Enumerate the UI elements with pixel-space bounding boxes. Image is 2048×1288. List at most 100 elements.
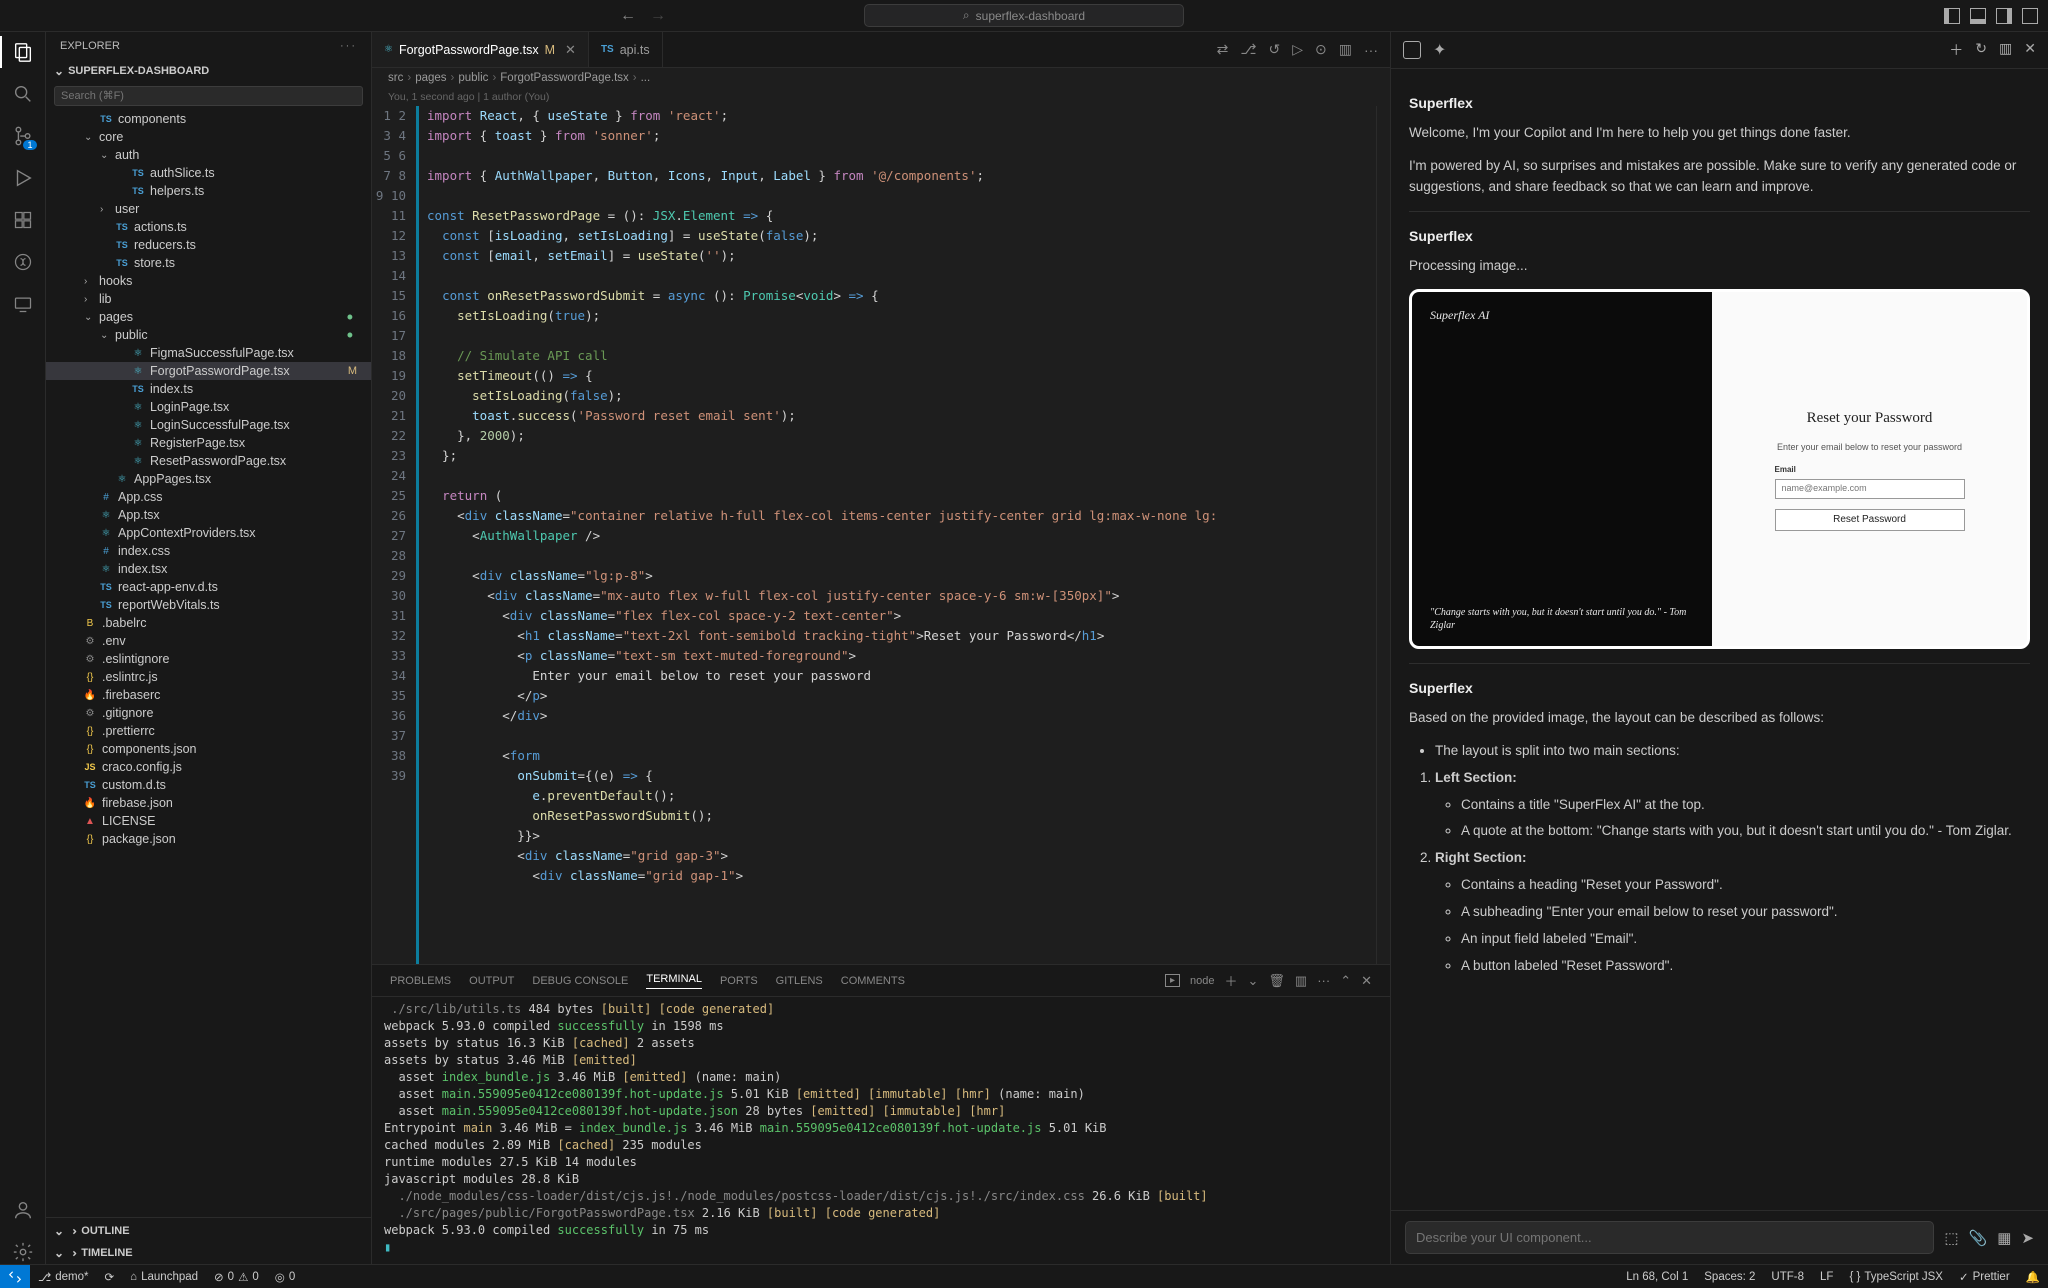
attach-icon[interactable]: 📎 bbox=[1969, 1229, 1988, 1247]
layout-primary-icon[interactable] bbox=[1944, 8, 1960, 24]
layout-panel-icon[interactable]: ▥ bbox=[1999, 40, 2012, 60]
file-item[interactable]: TSstore.ts bbox=[46, 254, 371, 272]
file-item[interactable]: {}components.json bbox=[46, 740, 371, 758]
file-item[interactable]: ⚛RegisterPage.tsx bbox=[46, 434, 371, 452]
folder-item[interactable]: ⌄auth bbox=[46, 146, 371, 164]
file-item[interactable]: B.babelrc bbox=[46, 614, 371, 632]
panel-close-icon[interactable]: ✕ bbox=[1361, 973, 1372, 989]
folder-item[interactable]: ›lib bbox=[46, 290, 371, 308]
file-item[interactable]: ⚛ForgotPasswordPage.tsxM bbox=[46, 362, 371, 380]
file-item[interactable]: TSreportWebVitals.ts bbox=[46, 596, 371, 614]
status-bell-icon[interactable]: 🔔 bbox=[2018, 1270, 2048, 1284]
status-sync[interactable]: ⟳ bbox=[97, 1270, 123, 1284]
file-item[interactable]: 🔥.firebaserc bbox=[46, 686, 371, 704]
file-item[interactable]: ⚛FigmaSuccessfulPage.tsx bbox=[46, 344, 371, 362]
terminal-dropdown-icon[interactable]: ⌄ bbox=[1247, 973, 1258, 989]
project-section[interactable]: SUPERFLEX-DASHBOARD bbox=[46, 60, 371, 82]
status-encoding[interactable]: UTF-8 bbox=[1763, 1270, 1812, 1284]
outline-section[interactable]: ⌄OUTLINE bbox=[46, 1217, 371, 1242]
activity-extensions[interactable] bbox=[11, 208, 35, 232]
file-item[interactable]: JScraco.config.js bbox=[46, 758, 371, 776]
file-item[interactable]: #App.css bbox=[46, 488, 371, 506]
close-panel-icon[interactable]: ✕ bbox=[2024, 40, 2036, 60]
chat-icon[interactable] bbox=[1403, 41, 1421, 59]
run-icon[interactable]: ▷ bbox=[1292, 41, 1303, 58]
file-item[interactable]: 🔥firebase.json bbox=[46, 794, 371, 812]
panel-tab[interactable]: DEBUG CONSOLE bbox=[532, 975, 628, 987]
file-item[interactable]: ⚛AppPages.tsx bbox=[46, 470, 371, 488]
panel-tab[interactable]: OUTPUT bbox=[469, 975, 514, 987]
folder-item[interactable]: ⌄public• bbox=[46, 326, 371, 344]
file-item[interactable]: TSindex.ts bbox=[46, 380, 371, 398]
terminal-add-icon[interactable]: ＋ bbox=[1224, 971, 1237, 990]
file-item[interactable]: TSauthSlice.ts bbox=[46, 164, 371, 182]
file-item[interactable]: ⚛index.tsx bbox=[46, 560, 371, 578]
file-item[interactable]: {}.eslintrc.js bbox=[46, 668, 371, 686]
status-launchpad[interactable]: ⌂ Launchpad bbox=[122, 1271, 206, 1283]
terminal-split-icon[interactable]: ▥ bbox=[1295, 973, 1307, 989]
remote-indicator[interactable] bbox=[0, 1265, 30, 1288]
split-icon[interactable]: ▥ bbox=[1339, 41, 1352, 58]
file-item[interactable]: TSreact-app-env.d.ts bbox=[46, 578, 371, 596]
layout-customize-icon[interactable] bbox=[2022, 8, 2038, 24]
folder-item[interactable]: ›hooks bbox=[46, 272, 371, 290]
status-lang[interactable]: { } TypeScript JSX bbox=[1841, 1270, 1951, 1284]
panel-maximize-icon[interactable]: ⌃ bbox=[1340, 973, 1351, 989]
file-item[interactable]: ⚛LoginPage.tsx bbox=[46, 398, 371, 416]
terminal-launcher-icon[interactable]: ▸ bbox=[1165, 974, 1180, 987]
refresh-icon[interactable]: ↻ bbox=[1975, 40, 1987, 60]
editor-tab[interactable]: TSapi.ts bbox=[589, 32, 663, 67]
activity-superflex[interactable] bbox=[11, 250, 35, 274]
file-item[interactable]: ⚙.gitignore bbox=[46, 704, 371, 722]
file-item[interactable]: ⚛App.tsx bbox=[46, 506, 371, 524]
file-item[interactable]: ⚛LoginSuccessfulPage.tsx bbox=[46, 416, 371, 434]
play-circle-icon[interactable]: ⊙ bbox=[1315, 41, 1327, 58]
git-icon[interactable]: ⎇ bbox=[1240, 41, 1256, 58]
folder-item[interactable]: ›user bbox=[46, 200, 371, 218]
explorer-search-input[interactable] bbox=[54, 86, 363, 106]
nav-back-icon[interactable]: ← bbox=[620, 7, 636, 25]
tab-close-icon[interactable]: ✕ bbox=[565, 42, 576, 58]
panel-tab[interactable]: TERMINAL bbox=[646, 973, 702, 989]
panel-tab[interactable]: PORTS bbox=[720, 975, 758, 987]
code-editor[interactable]: import React, { useState } from 'react';… bbox=[419, 106, 1376, 964]
status-eol[interactable]: LF bbox=[1812, 1270, 1841, 1284]
copilot-input[interactable] bbox=[1405, 1221, 1934, 1254]
activity-explorer[interactable] bbox=[11, 40, 35, 64]
activity-remote[interactable] bbox=[11, 292, 35, 316]
compare-icon[interactable]: ⇄ bbox=[1217, 41, 1229, 58]
folder-item[interactable]: ⌄pages• bbox=[46, 308, 371, 326]
file-item[interactable]: TSactions.ts bbox=[46, 218, 371, 236]
new-chat-icon[interactable]: ＋ bbox=[1949, 40, 1963, 60]
panel-tab[interactable]: GITLENS bbox=[776, 975, 823, 987]
file-item[interactable]: ⚙.eslintignore bbox=[46, 650, 371, 668]
activity-run-debug[interactable] bbox=[11, 166, 35, 190]
file-item[interactable]: ⚛AppContextProviders.tsx bbox=[46, 524, 371, 542]
figma-icon[interactable]: ⬚ bbox=[1944, 1229, 1958, 1247]
layout-panel-icon[interactable] bbox=[1970, 8, 1986, 24]
timeline-section[interactable]: ⌄TIMELINE bbox=[46, 1242, 371, 1264]
image-icon[interactable]: ▦ bbox=[1997, 1229, 2011, 1247]
file-item[interactable]: ▲LICENSE bbox=[46, 812, 371, 830]
editor-tab[interactable]: ⚛ForgotPasswordPage.tsxM✕ bbox=[372, 32, 589, 67]
terminal-output[interactable]: ./src/lib/utils.ts 484 bytes [built] [co… bbox=[372, 997, 1390, 1264]
file-item[interactable]: #index.css bbox=[46, 542, 371, 560]
terminal-more-icon[interactable]: ··· bbox=[1317, 973, 1330, 988]
panel-tab[interactable]: PROBLEMS bbox=[390, 975, 451, 987]
file-item[interactable]: TScustom.d.ts bbox=[46, 776, 371, 794]
status-problems[interactable]: ⊘ 0 ⚠ 0 bbox=[206, 1270, 267, 1284]
status-branch[interactable]: ⎇ demo* bbox=[30, 1270, 97, 1284]
activity-source-control[interactable]: 1 bbox=[11, 124, 35, 148]
file-item[interactable]: ⚛ResetPasswordPage.tsx bbox=[46, 452, 371, 470]
panel-tab[interactable]: COMMENTS bbox=[841, 975, 905, 987]
folder-item[interactable]: ⌄core bbox=[46, 128, 371, 146]
file-item[interactable]: ⚙.env bbox=[46, 632, 371, 650]
file-item[interactable]: TShelpers.ts bbox=[46, 182, 371, 200]
activity-search[interactable] bbox=[11, 82, 35, 106]
status-spaces[interactable]: Spaces: 2 bbox=[1696, 1270, 1763, 1284]
activity-settings[interactable] bbox=[11, 1240, 35, 1264]
send-icon[interactable]: ➤ bbox=[2021, 1229, 2034, 1247]
nav-forward-icon[interactable]: → bbox=[650, 7, 666, 25]
terminal-trash-icon[interactable]: 🗑 bbox=[1268, 973, 1285, 989]
file-item[interactable]: {}package.json bbox=[46, 830, 371, 848]
